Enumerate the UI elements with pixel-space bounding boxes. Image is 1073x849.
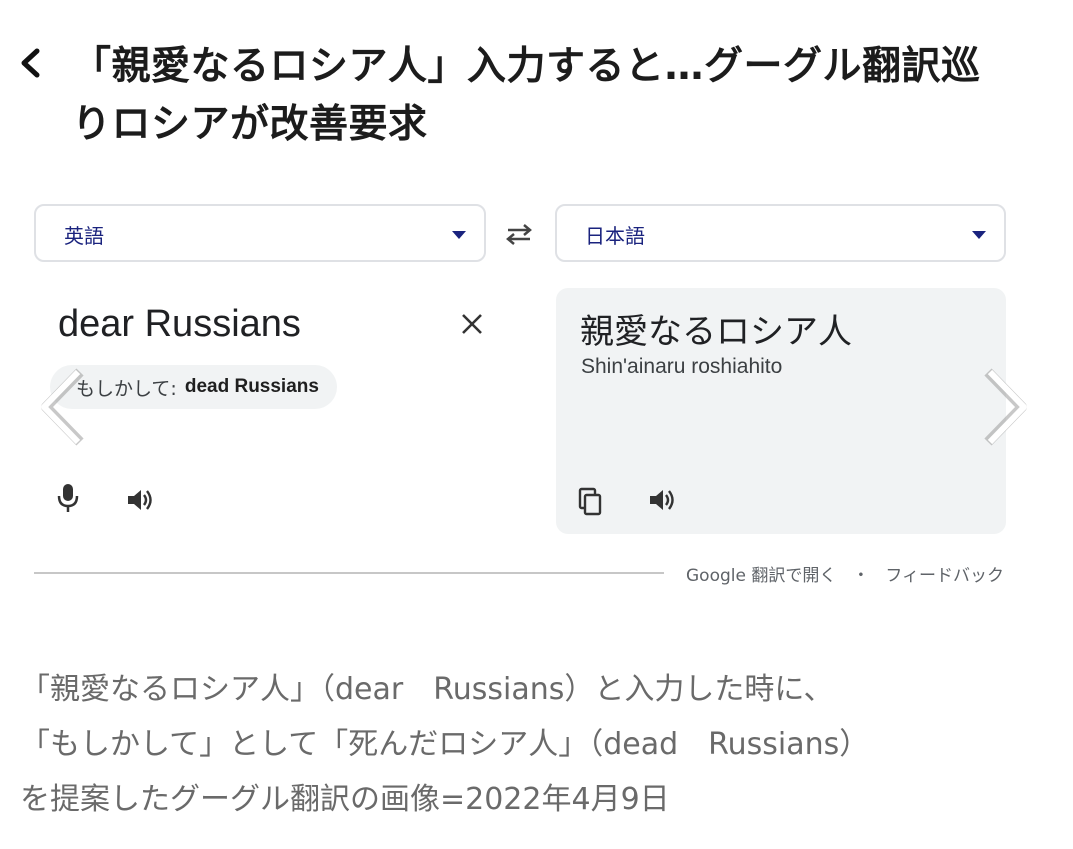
footer-separator: ・: [852, 566, 870, 586]
microphone-button[interactable]: [46, 476, 90, 520]
open-in-google-translate-link[interactable]: Google 翻訳で開く: [686, 561, 836, 586]
copy-icon: [578, 487, 602, 516]
caption-line2: 「もしかして」として「死んだロシア人」（dead Russians）: [20, 727, 870, 762]
translate-footer: Google 翻訳で開く ・ フィードバック: [686, 561, 1004, 586]
image-caption: 「親愛なるロシア人」（dear Russians）と入力した時に、 「もしかして…: [20, 662, 1050, 827]
listen-source-button[interactable]: [118, 478, 162, 522]
carousel-next-button[interactable]: [978, 362, 1034, 452]
copy-translation-button[interactable]: [568, 480, 612, 524]
page-title-line1: 「親愛なるロシア人」入力すると…グーグル翻訳巡: [72, 44, 981, 89]
caption-line3: を提案したグーグル翻訳の画像=2022年4月9日: [20, 782, 670, 817]
close-icon: [462, 314, 482, 334]
source-text-input[interactable]: dear Russians: [58, 303, 301, 346]
feedback-link[interactable]: フィードバック: [885, 561, 1004, 586]
swap-languages-button[interactable]: [496, 214, 542, 254]
translated-text: 親愛なるロシア人: [580, 312, 852, 352]
page-title: 「親愛なるロシア人」入力すると…グーグル翻訳巡 りロシアが改善要求: [72, 38, 1047, 154]
chevron-left-icon: [41, 368, 84, 446]
listen-translation-button[interactable]: [640, 478, 684, 522]
target-language-select[interactable]: 日本語: [555, 204, 1006, 262]
swap-arrows-icon: [506, 224, 532, 245]
speaker-icon: [128, 490, 152, 510]
dropdown-caret-icon: [452, 231, 466, 239]
suggestion-value: dead Russians: [184, 376, 319, 397]
suggestion-prefix: もしかして:: [76, 377, 177, 400]
carousel-prev-button[interactable]: [34, 362, 90, 452]
caption-line1: 「親愛なるロシア人」（dear Russians）と入力した時に、: [20, 672, 834, 707]
chevron-right-icon: [984, 368, 1027, 446]
speaker-icon: [650, 490, 674, 510]
transliteration-text: Shin'ainaru roshiahito: [581, 355, 783, 378]
microphone-icon: [57, 484, 79, 512]
did-you-mean-suggestion[interactable]: もしかして: dead Russians: [50, 365, 337, 409]
clear-text-button[interactable]: [452, 304, 492, 344]
source-language-label: 英語: [64, 224, 104, 248]
back-button[interactable]: [8, 38, 52, 88]
divider: [34, 572, 664, 574]
page-title-line2: りロシアが改善要求: [72, 102, 428, 147]
source-language-select[interactable]: 英語: [34, 204, 486, 262]
chevron-left-icon: [21, 48, 40, 78]
dropdown-caret-icon: [972, 231, 986, 239]
target-language-label: 日本語: [585, 224, 645, 248]
